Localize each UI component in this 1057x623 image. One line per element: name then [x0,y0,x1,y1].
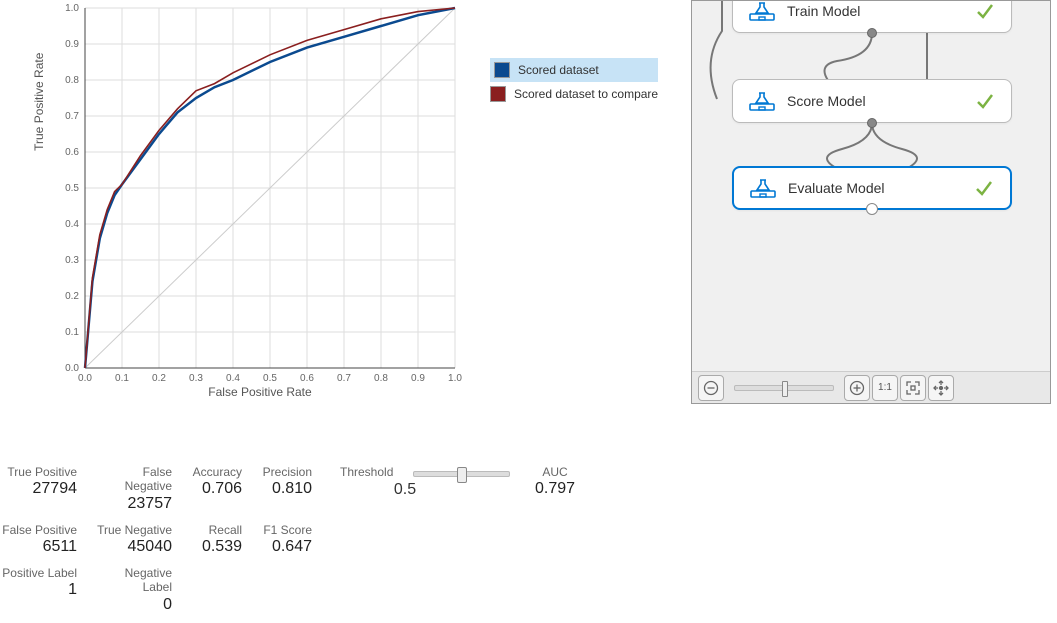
threshold-slider-handle[interactable] [457,467,467,483]
svg-text:0.1: 0.1 [115,373,129,384]
tn-label: True Negative [95,523,172,537]
svg-text:0.2: 0.2 [65,291,79,302]
pos-label: Positive Label [0,566,77,580]
legend-label-1: Scored dataset to compare [514,87,658,101]
svg-text:0.4: 0.4 [226,373,240,384]
node-evaluate-label: Evaluate Model [788,180,970,196]
zoom-slider[interactable] [734,385,834,391]
flask-icon [749,91,775,111]
precision-value: 0.810 [260,479,312,500]
svg-text:0.3: 0.3 [189,373,203,384]
fp-value: 6511 [0,537,77,558]
fp-label: False Positive [0,523,77,537]
f1-label: F1 Score [260,523,312,537]
svg-text:0.7: 0.7 [65,111,79,122]
svg-text:0.8: 0.8 [374,373,388,384]
fn-label: False Negative [95,465,172,494]
flask-icon [749,1,775,21]
tp-value: 27794 [0,479,77,500]
node-train-label: Train Model [787,3,971,19]
y-axis-label: True Positive Rate [32,53,46,151]
precision-label: Precision [260,465,312,479]
fn-value: 23757 [95,494,172,515]
svg-text:0.9: 0.9 [411,373,425,384]
flask-icon [750,178,776,198]
svg-text:0.1: 0.1 [65,327,79,338]
node-score-model[interactable]: Score Model [732,79,1012,123]
recall-value: 0.539 [190,537,242,558]
zoom-out-button[interactable] [698,375,724,401]
roc-chart: 0.0 0.1 0.2 0.3 0.4 0.5 0.6 0.7 0.8 0.9 1.0 0.0… [50,0,470,400]
pipeline-canvas[interactable]: Train Model Score Model Evaluate Model [691,0,1051,404]
node-score-label: Score Model [787,93,971,109]
auc-label: AUC [510,465,600,479]
svg-text:0.3: 0.3 [65,255,79,266]
svg-text:0.0: 0.0 [65,363,79,374]
check-icon [974,178,994,198]
svg-text:0.6: 0.6 [300,373,314,384]
svg-text:0.4: 0.4 [65,219,79,230]
fit-button[interactable] [900,375,926,401]
accuracy-label: Accuracy [190,465,242,479]
svg-text:1.0: 1.0 [65,3,79,14]
metrics-panel: True Positive27794 False Negative23757 A… [0,465,660,623]
svg-text:0.5: 0.5 [65,183,79,194]
svg-text:0.5: 0.5 [263,373,277,384]
svg-text:0.8: 0.8 [65,75,79,86]
legend-swatch-scored [494,62,510,78]
zoom-slider-handle[interactable] [782,381,788,397]
svg-text:1.0: 1.0 [448,373,462,384]
pan-button[interactable] [928,375,954,401]
threshold-slider[interactable] [413,471,510,477]
tp-label: True Positive [0,465,77,479]
tn-value: 45040 [95,537,172,558]
node-train-model[interactable]: Train Model [732,0,1012,33]
legend-swatch-compare [490,86,506,102]
accuracy-value: 0.706 [190,479,242,500]
pos-value: 1 [0,580,77,601]
check-icon [975,91,995,111]
canvas-toolbar: 1:1 [692,371,1050,403]
actual-size-button[interactable]: 1:1 [872,375,898,401]
svg-text:0.7: 0.7 [337,373,351,384]
svg-text:0.9: 0.9 [65,39,79,50]
threshold-label: Threshold [340,465,393,479]
node-evaluate-model[interactable]: Evaluate Model [732,166,1012,210]
chart-legend: Scored dataset Scored dataset to compare [490,58,658,106]
zoom-in-button[interactable] [844,375,870,401]
auc-value: 0.797 [510,479,600,500]
neg-value: 0 [95,595,172,616]
check-icon [975,1,995,21]
legend-label-0: Scored dataset [518,63,599,77]
recall-label: Recall [190,523,242,537]
f1-value: 0.647 [260,537,312,558]
threshold-value: 0.5 [330,481,480,499]
neg-label: Negative Label [95,566,172,595]
svg-text:0.2: 0.2 [152,373,166,384]
svg-text:0.0: 0.0 [78,373,92,384]
x-axis-label: False Positive Rate [208,385,311,399]
svg-text:0.6: 0.6 [65,147,79,158]
